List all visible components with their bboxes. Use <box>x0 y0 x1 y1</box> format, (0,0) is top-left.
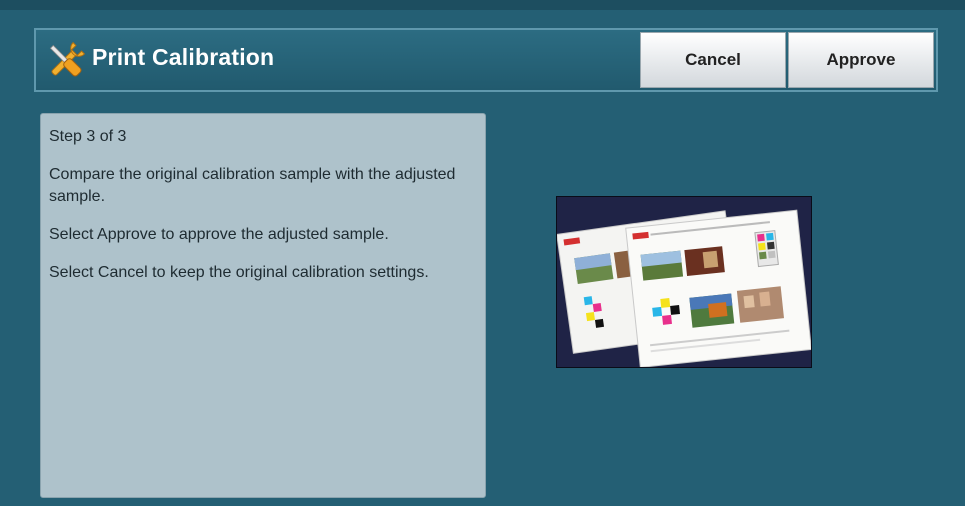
instruction-cancel: Select Cancel to keep the original calib… <box>49 264 429 281</box>
approve-button[interactable]: Approve <box>788 32 934 88</box>
calibration-sample-illustration <box>557 197 811 367</box>
title-bar: Print Calibration Cancel Approve <box>34 28 938 92</box>
page-title: Print Calibration <box>92 44 275 70</box>
calibration-sample-image <box>556 196 812 368</box>
cancel-button[interactable]: Cancel <box>640 32 786 88</box>
instruction-approve: Select Approve to approve the adjusted s… <box>49 226 389 243</box>
instruction-compare: Compare the original calibration sample … <box>49 166 456 205</box>
tools-icon <box>49 41 86 77</box>
instructions-panel: Step 3 of 3 Compare the original calibra… <box>40 113 486 498</box>
step-indicator: Step 3 of 3 <box>49 128 127 145</box>
top-strip <box>0 0 965 10</box>
